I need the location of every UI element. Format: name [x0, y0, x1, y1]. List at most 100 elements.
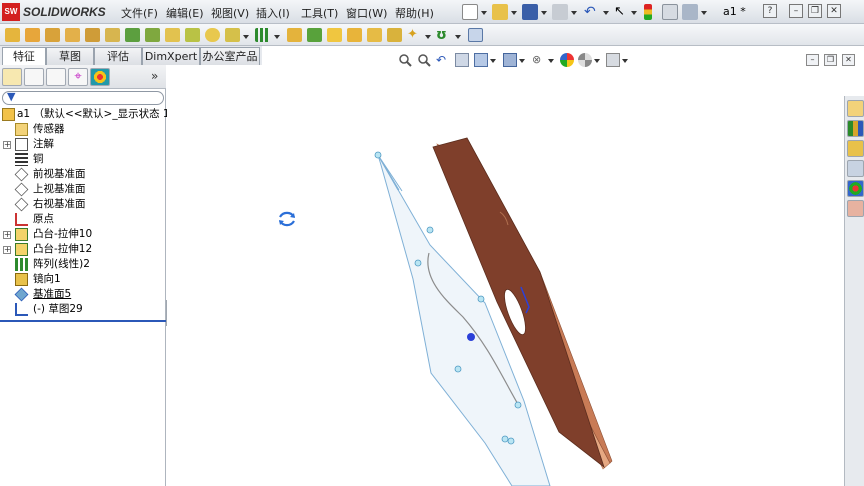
- appearances-scenes-icon[interactable]: [847, 180, 864, 197]
- design-library-icon[interactable]: [847, 120, 864, 137]
- tree-node[interactable]: 上视基准面: [0, 182, 166, 197]
- lofted-boss-icon[interactable]: [65, 28, 80, 42]
- feature-manager-tab-icon[interactable]: [2, 68, 22, 86]
- configuration-manager-tab-icon[interactable]: [46, 68, 66, 86]
- open-folder-icon[interactable]: [492, 4, 508, 20]
- view-settings-icon[interactable]: [606, 53, 620, 67]
- tree-node[interactable]: + 凸台-拉伸10: [0, 227, 166, 242]
- hide-show-dropdown-arrow[interactable]: [548, 59, 554, 63]
- reference-dropdown-arrow[interactable]: [425, 35, 431, 39]
- custom-properties-icon[interactable]: [847, 200, 864, 217]
- tree-node[interactable]: a1 （默认<<默认>_显示状态 1>）: [0, 107, 189, 122]
- model-canvas[interactable]: [167, 65, 844, 486]
- revolved-cut-icon[interactable]: [125, 28, 140, 42]
- section-view-icon[interactable]: [455, 53, 469, 67]
- wrap-icon[interactable]: [347, 28, 362, 42]
- options-gear-icon[interactable]: [682, 4, 698, 20]
- tab-sketch[interactable]: 草图: [46, 47, 94, 65]
- menu-view[interactable]: 视图(V): [211, 5, 249, 21]
- close-button[interactable]: ✕: [827, 4, 841, 18]
- file-explorer-folder-icon[interactable]: [847, 140, 864, 157]
- solidworks-logo[interactable]: SW SOLIDWORKS: [2, 3, 110, 21]
- viewport-minimize-button[interactable]: –: [806, 54, 819, 66]
- revolved-boss-icon[interactable]: [25, 28, 40, 42]
- chamfer-icon[interactable]: [225, 28, 240, 42]
- file-properties-icon[interactable]: [662, 4, 678, 20]
- tree-node[interactable]: 铜: [0, 152, 166, 167]
- print-dropdown-arrow[interactable]: [571, 11, 577, 15]
- viewport-close-button[interactable]: ✕: [842, 54, 855, 66]
- previous-view-icon[interactable]: ↶: [436, 53, 450, 67]
- apply-scene-icon[interactable]: [578, 53, 592, 67]
- menu-insert[interactable]: 插入(I): [256, 5, 290, 21]
- rebuild-traffic-light-icon[interactable]: [644, 4, 652, 20]
- rollback-bar[interactable]: [0, 320, 166, 322]
- tree-node[interactable]: 右视基准面: [0, 197, 166, 212]
- open-dropdown-arrow[interactable]: [511, 11, 517, 15]
- fillet-icon[interactable]: [205, 28, 220, 42]
- tab-features[interactable]: 特征: [2, 47, 46, 66]
- swept-boss-icon[interactable]: [45, 28, 60, 42]
- help-question-icon[interactable]: ?: [763, 4, 777, 18]
- menu-window[interactable]: 窗口(W): [346, 5, 387, 21]
- new-dropdown-arrow[interactable]: [481, 11, 487, 15]
- intersect-icon[interactable]: [367, 28, 382, 42]
- save-dropdown-arrow[interactable]: [541, 11, 547, 15]
- save-icon[interactable]: [522, 4, 538, 20]
- property-manager-tab-icon[interactable]: [24, 68, 44, 86]
- reference-geometry-icon[interactable]: ✦: [407, 28, 422, 42]
- undo-dropdown-arrow[interactable]: [603, 11, 609, 15]
- tree-node[interactable]: 传感器: [0, 122, 166, 137]
- orientation-dropdown-arrow[interactable]: [490, 59, 496, 63]
- tree-filter-input[interactable]: ▼: [2, 90, 164, 105]
- undo-icon[interactable]: ↶: [584, 4, 600, 20]
- boundary-boss-icon[interactable]: [85, 28, 100, 42]
- dimxpert-manager-tab-icon[interactable]: ⌖: [68, 68, 88, 86]
- tree-node[interactable]: 镜向1: [0, 272, 166, 287]
- tree-node[interactable]: 前视基准面: [0, 167, 166, 182]
- curves-dropdown-arrow[interactable]: [455, 35, 461, 39]
- view-palette-icon[interactable]: [847, 160, 864, 177]
- display-style-dropdown-arrow[interactable]: [519, 59, 525, 63]
- tree-node[interactable]: 基准面5: [0, 287, 166, 302]
- solidworks-resources-home-icon[interactable]: [847, 100, 864, 117]
- extruded-cut-icon[interactable]: [105, 28, 120, 42]
- dome-icon[interactable]: [387, 28, 402, 42]
- zoom-to-area-icon[interactable]: [417, 53, 431, 67]
- tree-node[interactable]: (-) 草图29: [0, 302, 166, 317]
- fillet-dropdown-arrow[interactable]: [243, 35, 249, 39]
- hide-show-items-icon[interactable]: ⊗: [532, 53, 546, 67]
- menu-tools[interactable]: 工具(T): [301, 5, 338, 21]
- select-pointer-icon[interactable]: ↖: [614, 4, 630, 20]
- edit-appearance-icon[interactable]: [560, 53, 574, 67]
- tab-evaluate[interactable]: 评估: [94, 47, 142, 65]
- view-settings-dropdown-arrow[interactable]: [622, 59, 628, 63]
- menu-help[interactable]: 帮助(H): [395, 5, 434, 21]
- curves-icon[interactable]: ʊ: [436, 28, 451, 42]
- options-dropdown-arrow[interactable]: [701, 11, 707, 15]
- scene-dropdown-arrow[interactable]: [594, 59, 600, 63]
- tree-node[interactable]: 阵列(线性)2: [0, 257, 166, 272]
- graphics-area[interactable]: [167, 65, 844, 486]
- display-style-icon[interactable]: [503, 53, 517, 67]
- expand-toggle-icon[interactable]: +: [3, 231, 11, 239]
- display-manager-tab-icon[interactable]: [90, 68, 110, 86]
- select-dropdown-arrow[interactable]: [631, 11, 637, 15]
- rib-icon[interactable]: [287, 28, 302, 42]
- expand-toggle-icon[interactable]: +: [3, 141, 11, 149]
- pattern-dropdown-arrow[interactable]: [274, 35, 280, 39]
- zoom-to-fit-icon[interactable]: [398, 53, 412, 67]
- sketch-point-blue[interactable]: [467, 333, 475, 341]
- instant3d-icon[interactable]: [468, 28, 483, 42]
- shell-icon[interactable]: [327, 28, 342, 42]
- print-icon[interactable]: [552, 4, 568, 20]
- swept-cut-icon[interactable]: [145, 28, 160, 42]
- draft-icon[interactable]: [307, 28, 322, 42]
- linear-pattern-icon[interactable]: [255, 28, 270, 42]
- new-document-icon[interactable]: [462, 4, 478, 20]
- tree-node[interactable]: 原点: [0, 212, 166, 227]
- expand-toggle-icon[interactable]: +: [3, 246, 11, 254]
- extruded-boss-icon[interactable]: [5, 28, 20, 42]
- tree-node[interactable]: + 凸台-拉伸12: [0, 242, 166, 257]
- minimize-button[interactable]: –: [789, 4, 803, 18]
